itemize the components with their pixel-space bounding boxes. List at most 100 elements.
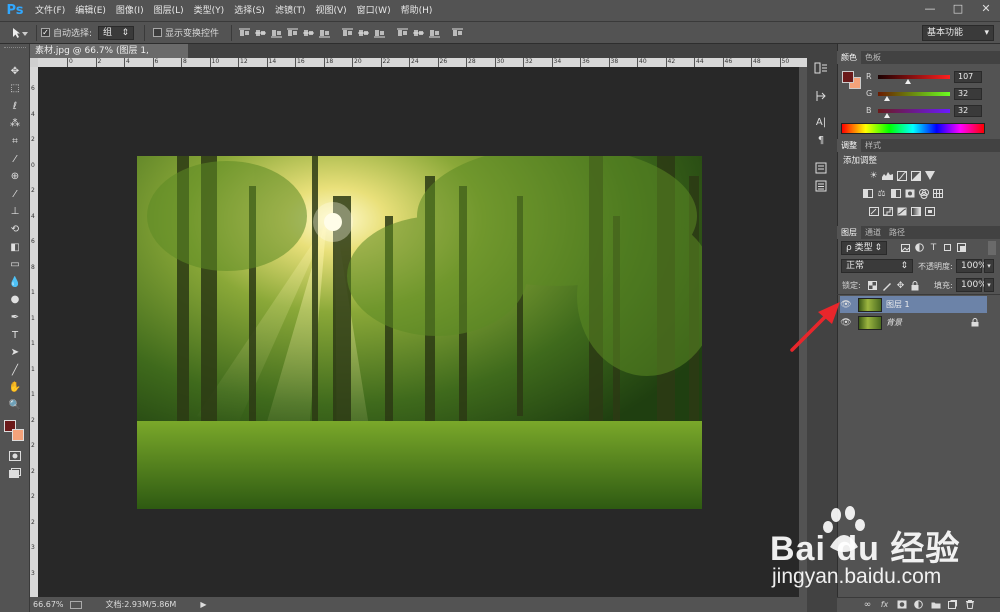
layer-style-icon[interactable]: fx bbox=[879, 599, 890, 610]
move-tool-preset-icon[interactable] bbox=[9, 26, 31, 40]
color-balance-icon[interactable]: ⚖ bbox=[876, 188, 887, 199]
menu-item-6[interactable]: 滤镜(T) bbox=[270, 0, 311, 22]
menu-item-0[interactable]: 文件(F) bbox=[30, 0, 70, 22]
menu-item-5[interactable]: 选择(S) bbox=[229, 0, 270, 22]
status-menu-arrow-icon[interactable]: ▶ bbox=[200, 600, 206, 609]
posterize-icon[interactable] bbox=[882, 206, 893, 217]
gradient-tool[interactable]: ▭ bbox=[5, 257, 25, 273]
lock-pixels-icon[interactable] bbox=[881, 280, 892, 291]
channel-value-input[interactable]: 32 bbox=[954, 105, 982, 117]
crop-tool[interactable]: ⌗ bbox=[5, 133, 25, 149]
brush-tool[interactable]: ⁄ bbox=[5, 186, 25, 202]
selective-color-icon[interactable] bbox=[924, 206, 935, 217]
menu-item-4[interactable]: 类型(Y) bbox=[189, 0, 230, 22]
menu-item-7[interactable]: 视图(V) bbox=[310, 0, 351, 22]
zoom-tool[interactable]: 🔍 bbox=[5, 397, 25, 413]
layer-filter-dropdown[interactable]: ρ 类型 ⇕ bbox=[841, 241, 887, 255]
move-tool[interactable]: ✥ bbox=[5, 63, 25, 79]
channel-mixer-icon[interactable] bbox=[918, 188, 929, 199]
filter-smart-object-icon[interactable] bbox=[956, 242, 967, 253]
distribute-left-icon[interactable] bbox=[395, 26, 409, 40]
menu-item-9[interactable]: 帮助(H) bbox=[396, 0, 438, 22]
distribute-hcenter-icon[interactable] bbox=[411, 26, 425, 40]
tab-channels[interactable]: 通道 bbox=[861, 226, 885, 239]
align-top-icon[interactable] bbox=[237, 26, 251, 40]
horizontal-ruler[interactable]: 0 2 4 6 8 10 12 14 16 18 20 22 24 26 28 30 32 34 36 38 40 42 4… bbox=[38, 58, 818, 67]
paragraph-icon[interactable]: ¶ bbox=[811, 132, 831, 148]
line-tool[interactable]: ╱ bbox=[5, 362, 25, 378]
brightness-icon[interactable]: ☀ bbox=[868, 170, 879, 181]
levels-icon[interactable] bbox=[882, 170, 893, 181]
layer-row-background[interactable]: 👁 背景 bbox=[840, 314, 987, 331]
slider-handle[interactable] bbox=[905, 79, 912, 84]
eraser-tool[interactable]: ◧ bbox=[5, 239, 25, 255]
eyedropper-tool[interactable]: ⁄ bbox=[5, 151, 25, 167]
auto-select-checkbox[interactable]: ✓ bbox=[41, 28, 50, 37]
align-right-icon[interactable] bbox=[317, 26, 331, 40]
tab-styles[interactable]: 样式 bbox=[861, 139, 885, 152]
history-brush-tool[interactable]: ⟲ bbox=[5, 221, 25, 237]
color-lookup-icon[interactable] bbox=[932, 188, 943, 199]
lock-transparent-icon[interactable] bbox=[867, 280, 878, 291]
tab-adjustments[interactable]: 调整 bbox=[837, 139, 861, 152]
add-mask-icon[interactable] bbox=[896, 599, 907, 610]
zoom-level[interactable]: 66.67% bbox=[33, 600, 64, 609]
info-icon[interactable] bbox=[811, 178, 831, 194]
exposure-icon[interactable] bbox=[910, 170, 921, 181]
maximize-button[interactable]: □ bbox=[944, 0, 972, 18]
tab-layers[interactable]: 图层 bbox=[837, 226, 861, 239]
align-hcenter-icon[interactable] bbox=[301, 26, 315, 40]
color-spectrum-bar[interactable] bbox=[841, 123, 985, 134]
opacity-arrow-icon[interactable]: ▾ bbox=[984, 259, 994, 273]
tab-paths[interactable]: 路径 bbox=[885, 226, 909, 239]
filter-type-icon[interactable]: T bbox=[928, 242, 939, 253]
new-adjustment-layer-icon[interactable] bbox=[913, 599, 924, 610]
blend-mode-dropdown[interactable]: 正常 ⇕ bbox=[841, 259, 913, 273]
link-layers-icon[interactable]: ∞ bbox=[862, 599, 873, 610]
minimize-button[interactable]: — bbox=[916, 0, 944, 18]
hue-saturation-icon[interactable] bbox=[862, 188, 873, 199]
align-bottom-icon[interactable] bbox=[269, 26, 283, 40]
lasso-tool[interactable]: ℓ bbox=[5, 98, 25, 114]
distribute-bottom-icon[interactable] bbox=[372, 26, 386, 40]
hand-tool[interactable]: ✋ bbox=[5, 380, 25, 396]
menu-item-1[interactable]: 编辑(E) bbox=[70, 0, 111, 22]
tab-swatches[interactable]: 色板 bbox=[861, 51, 885, 64]
distribute-vcenter-icon[interactable] bbox=[356, 26, 370, 40]
healing-tool[interactable]: ⊕ bbox=[5, 169, 25, 185]
lock-all-icon[interactable] bbox=[909, 280, 920, 291]
gradient-map-icon[interactable] bbox=[910, 206, 921, 217]
marquee-tool[interactable]: ⬚ bbox=[5, 81, 25, 97]
menu-item-8[interactable]: 窗口(W) bbox=[352, 0, 396, 22]
history-icon[interactable] bbox=[811, 60, 831, 76]
fill-arrow-icon[interactable]: ▾ bbox=[984, 278, 994, 292]
black-white-icon[interactable] bbox=[890, 188, 901, 199]
dodge-tool[interactable]: ● bbox=[5, 292, 25, 308]
filter-adjustment-icon[interactable] bbox=[914, 242, 925, 253]
curves-icon[interactable] bbox=[896, 170, 907, 181]
actions-icon[interactable] bbox=[811, 88, 831, 104]
new-layer-icon[interactable] bbox=[947, 599, 958, 610]
auto-align-icon[interactable] bbox=[450, 26, 464, 40]
tab-color[interactable]: 颜色 bbox=[837, 51, 861, 64]
filter-pixel-icon[interactable] bbox=[900, 242, 911, 253]
distribute-top-icon[interactable] bbox=[340, 26, 354, 40]
stamp-tool[interactable]: ⊥ bbox=[5, 204, 25, 220]
distribute-right-icon[interactable] bbox=[427, 26, 441, 40]
layer-row-layer1[interactable]: 👁 图层 1 bbox=[840, 296, 987, 313]
forest-photo[interactable] bbox=[137, 156, 702, 509]
opacity-input[interactable]: 100% bbox=[956, 259, 987, 273]
filter-shape-icon[interactable] bbox=[942, 242, 953, 253]
new-group-icon[interactable] bbox=[930, 599, 941, 610]
invert-icon[interactable] bbox=[868, 206, 879, 217]
channel-value-input[interactable]: 32 bbox=[954, 88, 982, 100]
workspace-dropdown[interactable]: 基本功能 ▾ bbox=[922, 25, 994, 41]
document-tab[interactable]: 素材.jpg @ 66.7% (图层 1, RGB/8#) * × bbox=[30, 44, 188, 70]
color-fg-swatch[interactable] bbox=[842, 71, 854, 83]
slider-handle[interactable] bbox=[884, 96, 891, 101]
vibrance-icon[interactable] bbox=[924, 170, 935, 181]
properties-icon[interactable] bbox=[811, 160, 831, 176]
panel-grip[interactable] bbox=[4, 47, 26, 50]
filter-toggle[interactable] bbox=[988, 241, 996, 255]
type-tool[interactable]: T bbox=[5, 327, 25, 343]
